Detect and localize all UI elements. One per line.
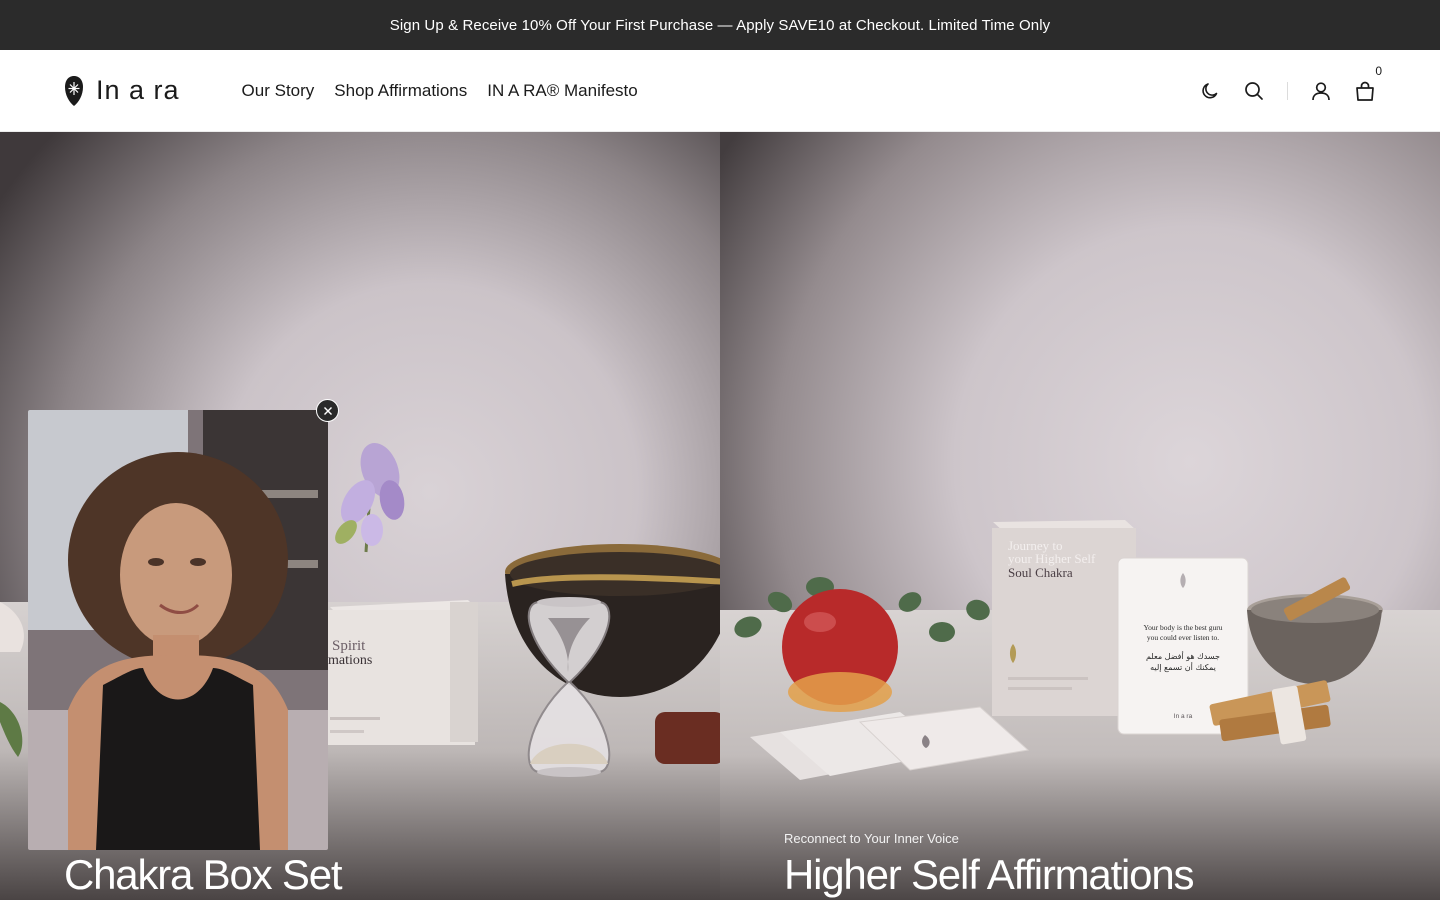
announcement-bar: Sign Up & Receive 10% Off Your First Pur… (0, 0, 1440, 50)
card-deck-illustration (750, 706, 1030, 780)
higher-self-product-scene: Journey to your Higher Self Soul Chakra … (734, 520, 1383, 780)
search-icon[interactable] (1243, 80, 1265, 102)
cart-count: 0 (1375, 63, 1382, 78)
box-text-2: your Higher Self (1008, 551, 1096, 566)
site-header: In a ra Our Story Shop Affirmations IN A… (0, 50, 1440, 132)
video-frame-person (28, 410, 328, 850)
close-icon[interactable] (316, 399, 339, 422)
box-text-1: Spirit (332, 638, 366, 654)
panel-eyebrow: Reconnect to Your Inner Voice (784, 831, 959, 846)
panel-title[interactable]: Chakra Box Set (64, 854, 343, 900)
panel-text-higher-self: Reconnect to Your Inner Voice Higher Sel… (784, 831, 1194, 900)
floating-video[interactable] (28, 410, 328, 850)
nav-manifesto[interactable]: IN A RA® Manifesto (487, 81, 637, 101)
main-nav: Our Story Shop Affirmations IN A RA® Man… (242, 81, 638, 101)
announcement-text: Sign Up & Receive 10% Off Your First Pur… (389, 16, 1051, 34)
panel-title[interactable]: Higher Self Affirmations (784, 854, 1194, 900)
logo-mark-icon (65, 75, 83, 106)
panel-text-chakra: Chakra Box Set (64, 846, 343, 900)
bowl-illustration (1247, 577, 1383, 684)
higher-self-box-illustration: Journey to your Higher Self Soul Chakra (992, 520, 1136, 716)
moon-icon[interactable] (1199, 80, 1221, 102)
hero-panel-higher-self[interactable]: Journey to your Higher Self Soul Chakra … (720, 132, 1440, 900)
card-text-3: جسدك هو أفضل معلم (1146, 651, 1220, 661)
card-text-1: Your body is the best guru (1143, 623, 1222, 632)
account-icon[interactable] (1310, 80, 1332, 102)
header-icons: 0 (1199, 64, 1382, 102)
logo-text: In a ra (96, 75, 180, 105)
card-brand: In a ra (1174, 713, 1193, 720)
card-text-2: you could ever listen to. (1147, 633, 1219, 642)
nav-shop-affirmations[interactable]: Shop Affirmations (334, 81, 467, 101)
card-text-4: يمكنك أن تسمع إليه (1150, 662, 1216, 673)
header-divider (1287, 81, 1288, 100)
wooden-block (655, 712, 720, 764)
apple-illustration (782, 589, 898, 712)
chakra-box-illustration: Spirit mations (325, 600, 478, 745)
box-text-3: Soul Chakra (1008, 565, 1073, 580)
flower-illustration (335, 442, 405, 553)
box-text-2: mations (328, 653, 372, 668)
logo[interactable]: In a ra (64, 75, 180, 107)
cart-icon[interactable]: 0 (1354, 64, 1382, 102)
nav-our-story[interactable]: Our Story (242, 81, 315, 101)
